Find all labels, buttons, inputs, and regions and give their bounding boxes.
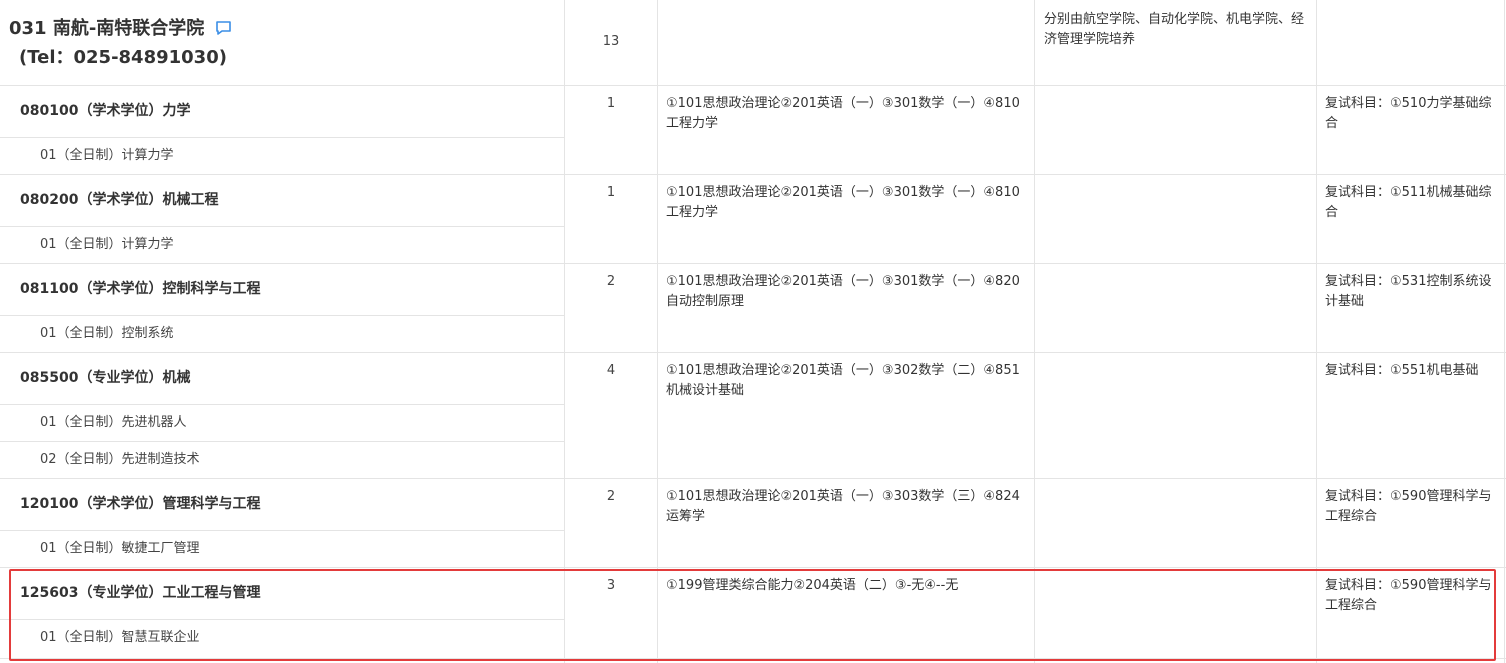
row-divider: [0, 567, 1506, 568]
sub-row-divider: [0, 315, 564, 316]
retest-subjects: 复试科目：①590管理科学与工程综合: [1325, 489, 1492, 524]
college-name[interactable]: 031 南航-南特联合学院: [9, 16, 204, 42]
row-divider: [0, 85, 1506, 86]
retest-subjects: 复试科目：①531控制系统设计基础: [1325, 274, 1492, 309]
exam-subjects: ①101思想政治理论②201英语（一）③301数学（一）④820自动控制原理: [666, 274, 1020, 309]
column-divider: [1316, 0, 1317, 663]
major-title[interactable]: 085500（专业学位）机械: [20, 368, 190, 388]
direction-item: 02（全日制）先进制造技术: [40, 452, 200, 467]
direction-item: 01（全日制）计算力学: [40, 237, 174, 252]
enroll-count: 1: [606, 185, 616, 200]
enroll-count: 2: [606, 274, 616, 289]
major-title[interactable]: 081100（学术学位）控制科学与工程: [20, 279, 260, 299]
retest-subjects: 复试科目：①510力学基础综合: [1325, 96, 1492, 131]
enroll-count: 1: [606, 96, 616, 111]
sub-row-divider: [0, 441, 564, 442]
college-total: 13: [602, 34, 620, 49]
sub-row-divider: [0, 137, 564, 138]
exam-subjects: ①101思想政治理论②201英语（一）③302数学（二）④851机械设计基础: [666, 363, 1020, 398]
exam-subjects: ①101思想政治理论②201英语（一）③301数学（一）④810工程力学: [666, 96, 1020, 131]
column-divider: [1504, 0, 1505, 663]
direction-item: 01（全日制）敏捷工厂管理: [40, 541, 200, 556]
direction-item: 01（全日制）计算力学: [40, 148, 174, 163]
enroll-count: 2: [606, 489, 616, 504]
sub-row-divider: [0, 404, 564, 405]
row-divider: [0, 263, 1506, 264]
column-divider: [1034, 0, 1035, 663]
sub-row-divider: [0, 530, 564, 531]
major-title[interactable]: 120100（学术学位）管理科学与工程: [20, 494, 260, 514]
college-tel: (Tel：025-84891030): [19, 47, 227, 68]
row-divider: [0, 174, 1506, 175]
major-title[interactable]: 080200（学术学位）机械工程: [20, 190, 218, 210]
row-divider: [0, 352, 1506, 353]
direction-item: 01（全日制）控制系统: [40, 326, 174, 341]
exam-subjects: ①101思想政治理论②201英语（一）③303数学（三）④824运筹学: [666, 489, 1020, 524]
sub-row-divider: [0, 226, 564, 227]
row-divider: [0, 478, 1506, 479]
highlight-box: [9, 569, 1496, 661]
retest-subjects: 复试科目：①551机电基础: [1325, 363, 1479, 378]
enroll-count: 4: [606, 363, 616, 378]
comment-icon[interactable]: [215, 20, 232, 36]
retest-subjects: 复试科目：①511机械基础综合: [1325, 185, 1492, 220]
college-note: 分别由航空学院、自动化学院、机电学院、经济管理学院培养: [1044, 12, 1305, 47]
exam-subjects: ①101思想政治理论②201英语（一）③301数学（一）④810工程力学: [666, 185, 1020, 220]
direction-item: 01（全日制）先进机器人: [40, 415, 187, 430]
major-title[interactable]: 080100（学术学位）力学: [20, 101, 190, 121]
